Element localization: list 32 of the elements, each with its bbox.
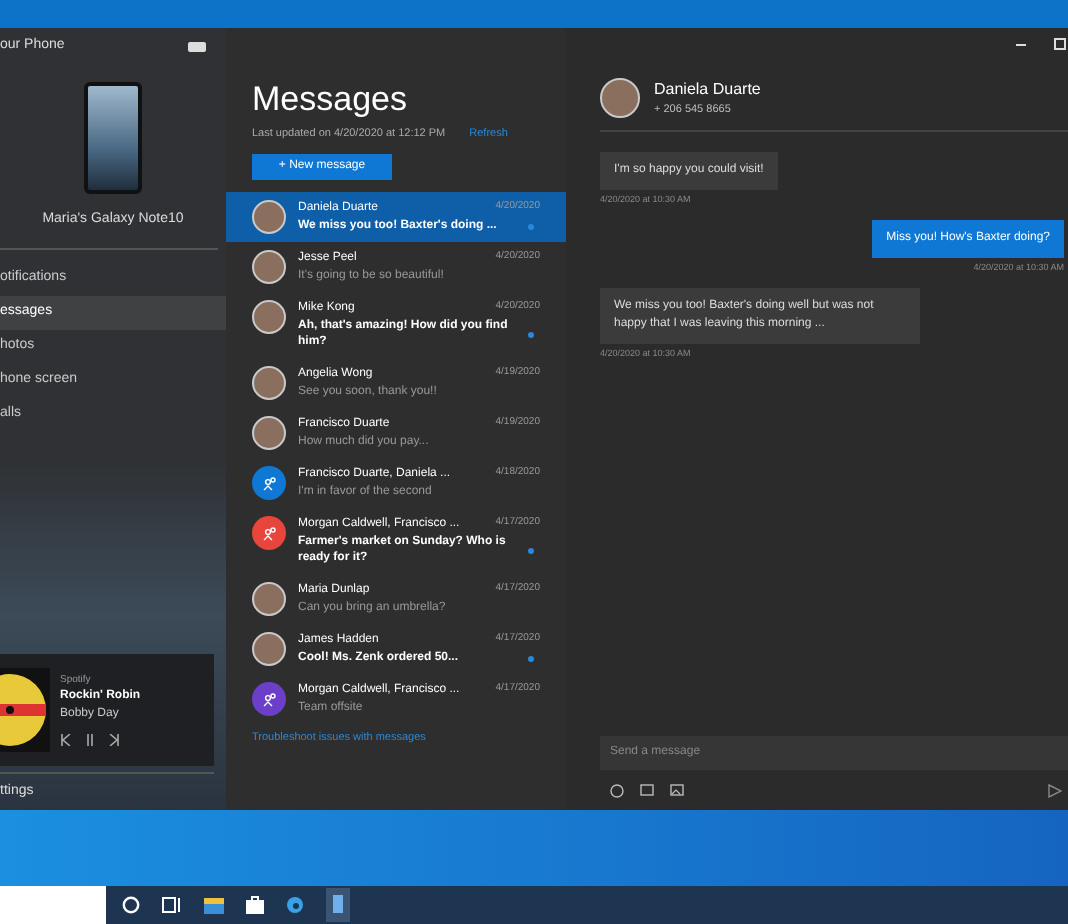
previous-icon[interactable] (60, 734, 72, 747)
task-view-icon[interactable] (162, 896, 182, 914)
folder-icon[interactable] (204, 897, 224, 913)
avatar-photo-placeholder (252, 582, 286, 617)
avatar-photo-placeholder (252, 632, 286, 667)
avatar-photo-placeholder (252, 416, 286, 451)
messages-heading: Messages (252, 82, 409, 118)
people-icon (261, 691, 277, 708)
send-icon[interactable] (1048, 783, 1062, 797)
emoji-icon[interactable] (610, 783, 624, 797)
gif-icon[interactable] (640, 784, 654, 796)
avatar-photo-placeholder (252, 200, 286, 235)
people-icon (261, 525, 277, 542)
pause-icon[interactable] (84, 734, 96, 747)
minimize-icon[interactable] (1016, 43, 1026, 45)
avatar-photo-placeholder (252, 366, 286, 401)
people-icon (261, 475, 277, 492)
circle-icon[interactable] (122, 896, 140, 914)
avatar-photo-placeholder (252, 250, 286, 285)
chat-contact-name: Daniela Duarte (654, 78, 761, 102)
avatar-photo-placeholder (252, 300, 286, 335)
battery-icon (188, 41, 206, 51)
image-icon[interactable] (670, 784, 684, 796)
phone-app-icon[interactable] (326, 888, 350, 922)
record-icon (0, 668, 50, 752)
taskbar-search-field[interactable] (0, 886, 106, 924)
maximize-icon[interactable] (1054, 38, 1066, 50)
browser-icon[interactable] (286, 896, 304, 914)
phone-photo-placeholder (84, 82, 142, 194)
next-icon[interactable] (108, 734, 120, 747)
shopping-bag-icon[interactable] (246, 896, 264, 914)
avatar-photo-placeholder (600, 78, 640, 119)
